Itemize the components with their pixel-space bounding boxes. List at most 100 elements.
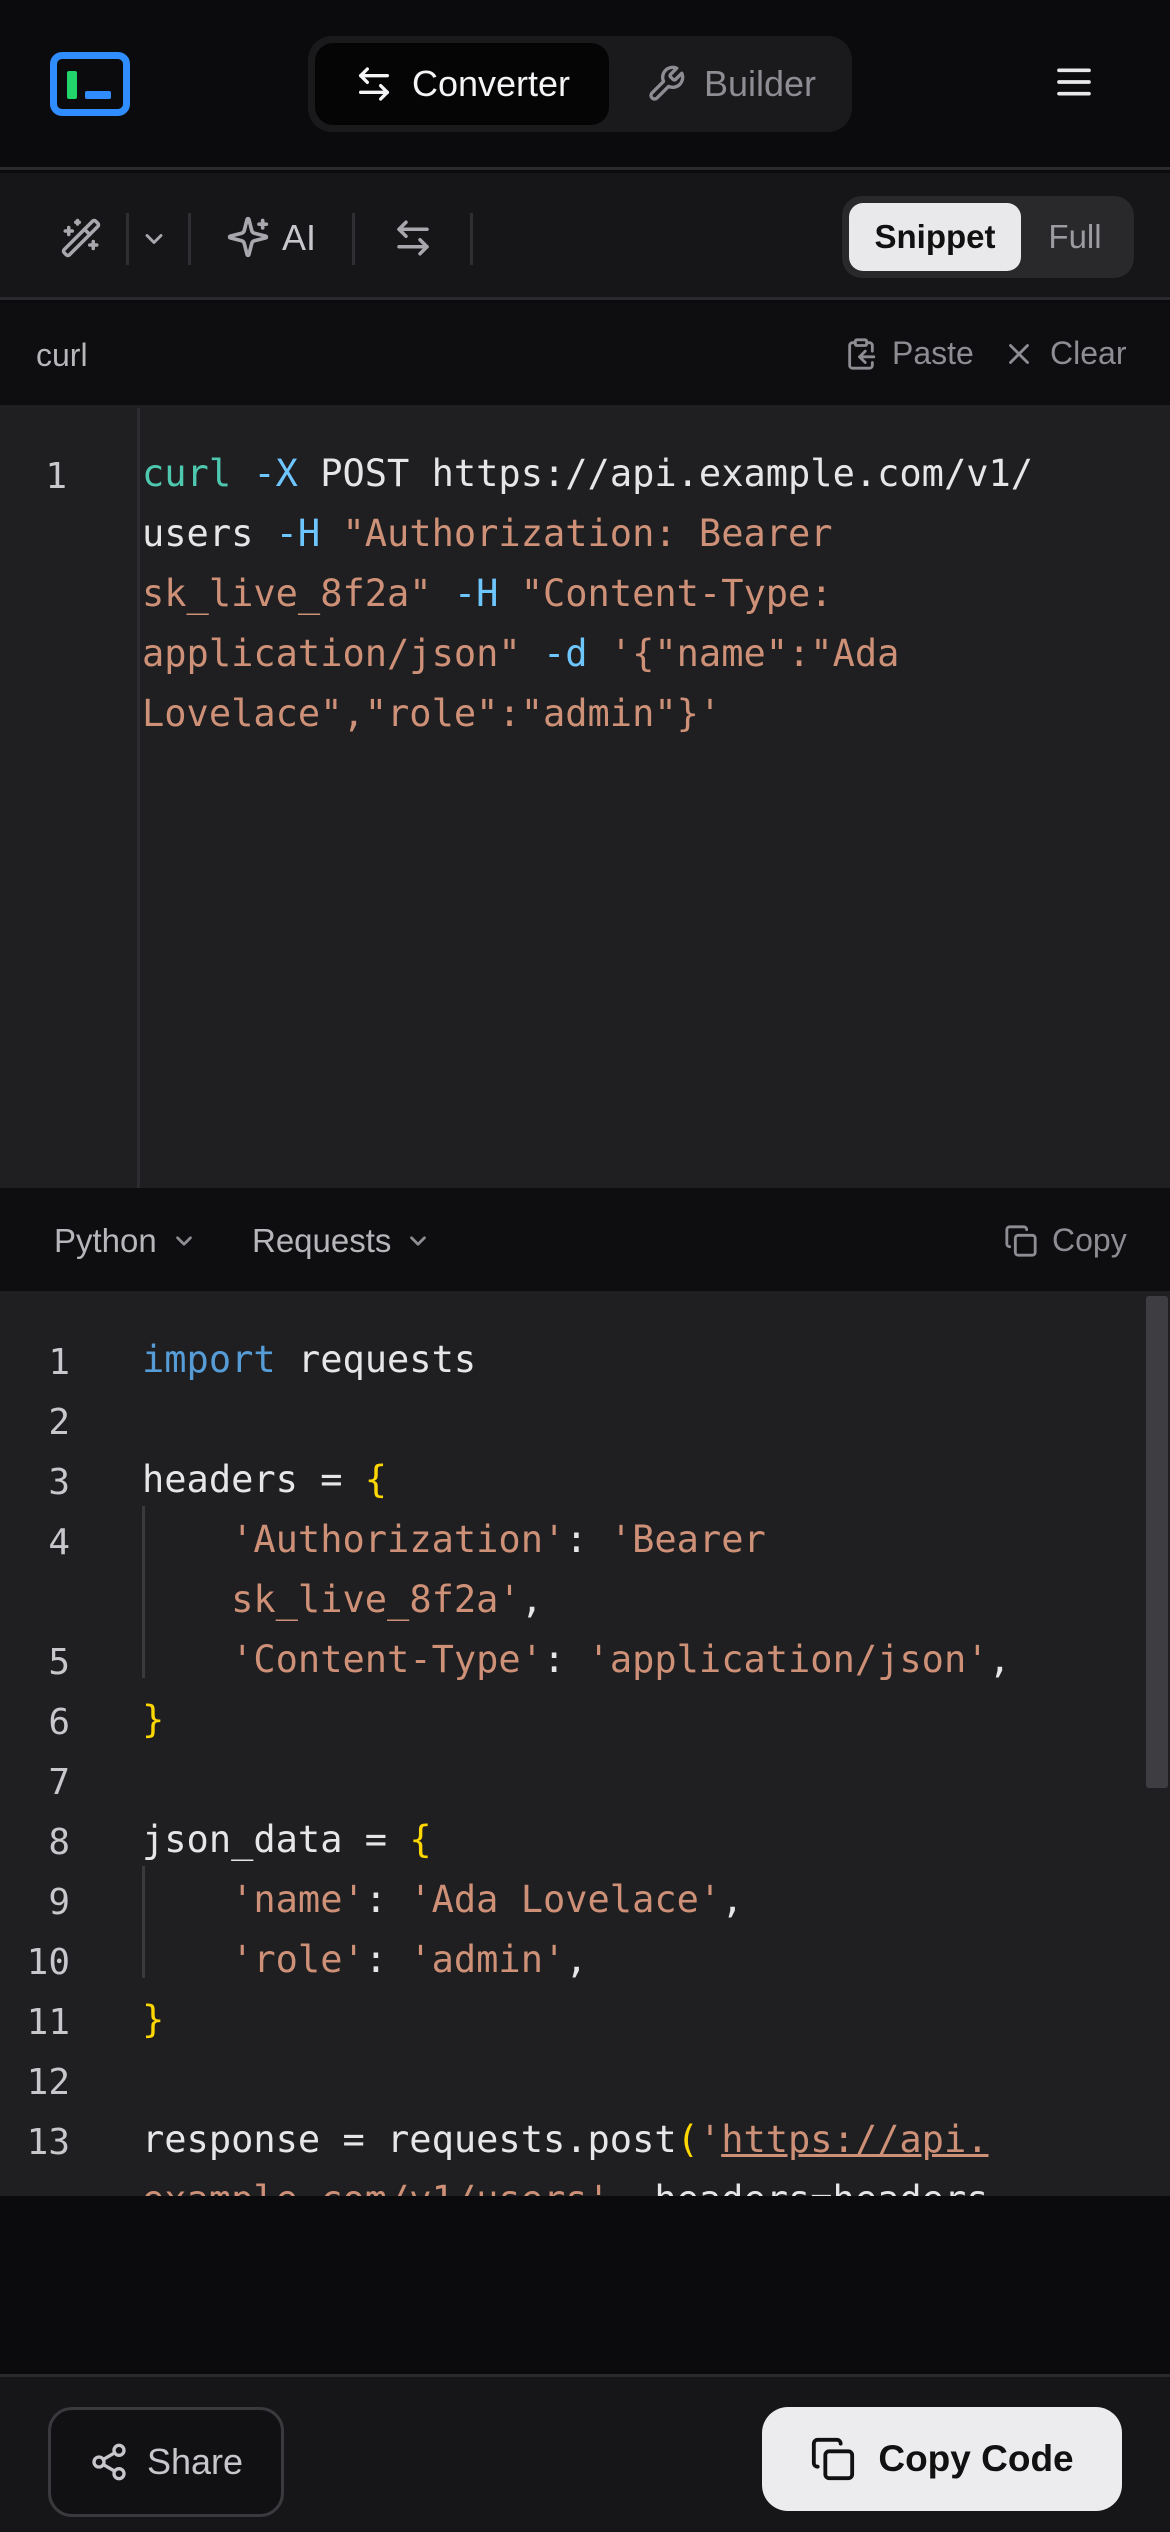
copy-icon <box>1005 1224 1037 1257</box>
code-token: { <box>364 1458 388 1501</box>
code-token: -d <box>542 632 588 675</box>
code-token: , <box>565 1938 588 1981</box>
code-line: curl -X POST https://api.example.com/v1/ <box>142 452 1033 495</box>
code-token: curl <box>142 452 232 495</box>
code-token: 'application/json' <box>587 1638 989 1681</box>
chevron-down-icon <box>175 1236 192 1246</box>
tab-converter[interactable]: Converter <box>315 43 609 125</box>
library-select[interactable]: Requests <box>252 1222 431 1260</box>
full-option[interactable]: Full <box>1022 203 1128 271</box>
code-token: { <box>409 1818 432 1861</box>
code-line: sk_live_8f2a" -H "Content-Type: <box>142 572 833 615</box>
code-token: : <box>364 1938 410 1981</box>
code-token: 'Authorization' <box>231 1518 566 1561</box>
app-logo[interactable] <box>50 52 130 116</box>
editor-toolbar: AI Snippet Full <box>0 173 1170 300</box>
code-token: -H <box>453 572 499 615</box>
line-number: 12 <box>26 2062 70 2103</box>
output-panel-header: Python Requests Copy <box>0 1188 1170 1294</box>
line-number: 4 <box>48 1522 70 1563</box>
toolbar-divider <box>470 213 473 265</box>
line-number: 5 <box>48 1642 70 1683</box>
snippet-option[interactable]: Snippet <box>849 203 1021 271</box>
line-number-gutter: 1 <box>0 408 140 1188</box>
paste-label: Paste <box>892 335 974 371</box>
code-line: json_data = { <box>142 1818 432 1861</box>
line-number: 3 <box>48 1462 70 1503</box>
close-icon <box>1009 343 1029 364</box>
tab-builder[interactable]: Builder <box>616 43 846 125</box>
share-label: Share <box>146 2441 244 2482</box>
code-token: , headers=headers, <box>610 2178 1011 2196</box>
bottom-action-bar: Share Copy Code <box>0 2374 1170 2532</box>
code-line: example.com/v1/users', headers=headers, <box>142 2178 1011 2196</box>
code-token: https://api. <box>721 2118 989 2161</box>
sparkles-icon[interactable] <box>226 215 270 259</box>
tab-builder-label: Builder <box>703 63 817 104</box>
code-token: , <box>721 1878 744 1921</box>
code-line: } <box>142 1698 164 1741</box>
code-token: import <box>142 1338 276 1381</box>
toolbar-divider <box>188 213 191 265</box>
line-number: 9 <box>48 1882 70 1923</box>
mode-switch: Converter Builder <box>308 36 852 132</box>
magic-wand-icon[interactable] <box>60 217 102 259</box>
python-output-editor[interactable]: 1 2 3 4 5 6 7 8 9 10 11 12 13 import requests headers… <box>0 1294 1170 2196</box>
code-token: -H <box>275 512 321 555</box>
code-token: application/json" <box>142 632 521 675</box>
paste-button[interactable]: Paste <box>844 335 974 372</box>
clear-button[interactable]: Clear <box>1002 335 1126 372</box>
code-line: headers = { <box>142 1458 387 1501</box>
code-token: "Authorization: Bearer <box>342 512 833 555</box>
scrollbar-thumb[interactable] <box>1146 1296 1168 1788</box>
code-token: ( <box>676 2118 699 2161</box>
code-line: 'name': 'Ada Lovelace', <box>142 1878 743 1921</box>
code-token: Lovelace","role":"admin"}' <box>142 692 722 735</box>
code-line: sk_live_8f2a', <box>142 1578 543 1621</box>
snippet-full-toggle: Snippet Full <box>842 196 1134 278</box>
line-number: 10 <box>26 1942 70 1983</box>
line-number: 2 <box>48 1402 70 1443</box>
code-token: POST https://api.example.com/v1/ <box>297 452 1034 495</box>
copy-icon <box>812 2437 855 2481</box>
code-token: -X <box>253 452 298 495</box>
share-button[interactable]: Share <box>48 2407 284 2517</box>
copy-button[interactable]: Copy <box>1004 1222 1127 1259</box>
code-token: sk_live_8f2a" <box>142 572 432 615</box>
curl-input-editor[interactable]: 1 curl -X POST https://api.example.com/v… <box>0 408 1170 1188</box>
code-line: Lovelace","role":"admin"}' <box>142 692 721 735</box>
copy-code-button[interactable]: Copy Code <box>762 2407 1122 2511</box>
code-line: 'role': 'admin', <box>142 1938 588 1981</box>
line-number: 6 <box>48 1702 70 1743</box>
code-token: users <box>142 512 276 555</box>
code-token: 'Bearer <box>609 1518 766 1561</box>
chevron-down-icon[interactable] <box>140 225 168 253</box>
code-token: sk_live_8f2a' <box>231 1578 521 1621</box>
code-token: 'role' <box>231 1938 365 1981</box>
code-token: 'Content-Type' <box>231 1638 543 1681</box>
code-token: } <box>142 1698 165 1741</box>
copy-label: Copy <box>1052 1222 1127 1258</box>
logo-cursor-mark <box>67 71 77 99</box>
line-number: 13 <box>26 2122 70 2163</box>
code-token: example.com/v1/users' <box>142 2178 610 2196</box>
ai-button-label[interactable]: AI <box>282 217 316 259</box>
swap-arrows-icon[interactable] <box>392 217 434 259</box>
code-token: ' <box>698 2118 722 2161</box>
code-token: headers = <box>142 1458 365 1501</box>
code-token: : <box>364 1878 410 1921</box>
hamburger-menu-icon[interactable] <box>1054 62 1094 102</box>
library-select-value: Requests <box>252 1222 392 1259</box>
toolbar-divider <box>352 213 355 265</box>
line-number: 11 <box>26 2002 70 2043</box>
language-select[interactable]: Python <box>54 1222 197 1260</box>
toolbar-divider <box>126 213 129 265</box>
